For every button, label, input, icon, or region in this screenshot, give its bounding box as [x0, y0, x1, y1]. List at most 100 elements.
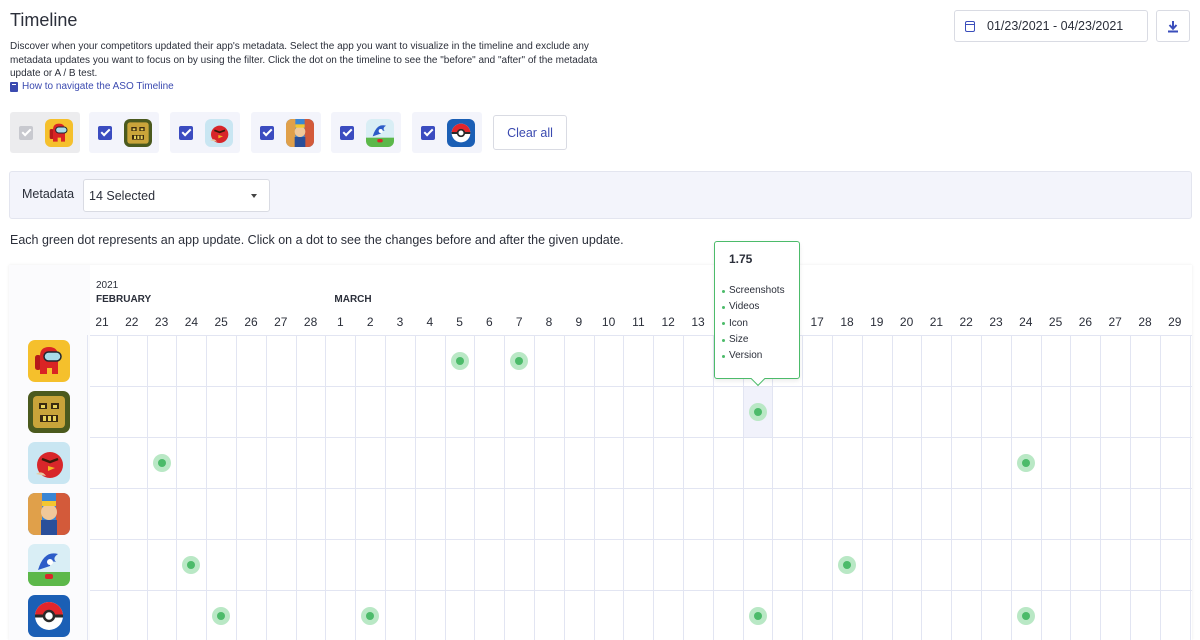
- day-label: 25: [1048, 315, 1063, 329]
- day-label: 27: [1108, 315, 1122, 329]
- app-filter-temple-run[interactable]: [89, 112, 159, 153]
- timeline-year: 2021: [96, 280, 119, 291]
- day-label: 27: [274, 315, 288, 329]
- help-link[interactable]: How to navigate the ASO Timeline: [10, 81, 174, 92]
- book-icon: [10, 81, 18, 92]
- sonic-app-icon: [366, 118, 394, 147]
- chevron-down-icon: [251, 194, 257, 198]
- grid-row-line: [90, 539, 1192, 540]
- day-label: 28: [1138, 315, 1152, 329]
- day-label: 2: [366, 315, 374, 329]
- update-dot[interactable]: [212, 606, 231, 625]
- day-label: 20: [899, 315, 914, 329]
- clear-all-button[interactable]: Clear all: [493, 115, 567, 150]
- day-label: 11: [632, 315, 645, 329]
- app-filter-among-us[interactable]: [10, 112, 80, 153]
- metadata-filter-bar: Metadata 14 Selected: [9, 171, 1192, 219]
- day-label: 8: [545, 315, 553, 329]
- month-label: MARCH: [334, 294, 372, 305]
- update-dot[interactable]: [838, 555, 856, 574]
- angry-birds-app-icon: [205, 118, 233, 147]
- date-range-picker[interactable]: 01/23/2021 - 04/23/2021: [954, 10, 1148, 42]
- day-label: 26: [1078, 315, 1093, 329]
- day-label: 23: [989, 315, 1003, 329]
- day-label: 23: [154, 315, 169, 329]
- update-dot[interactable]: [510, 351, 529, 370]
- day-label: 28: [303, 315, 318, 329]
- app-filter-sonic[interactable]: [331, 112, 401, 153]
- among-us-app-icon: [45, 118, 73, 147]
- day-label: 9: [575, 315, 583, 329]
- grid-row-line: [90, 488, 1192, 489]
- grid-column-line: [87, 335, 88, 640]
- metadata-label: Metadata: [22, 187, 75, 201]
- checkbox-checked-icon[interactable]: [98, 125, 112, 140]
- day-label: 21: [929, 315, 944, 329]
- grid-row-line: [90, 335, 1192, 336]
- day-label: 3: [396, 315, 404, 329]
- update-tooltip: 1.75 Screenshots Videos Icon Size Version: [714, 241, 800, 379]
- update-dot[interactable]: [1016, 606, 1035, 625]
- download-button[interactable]: [1156, 10, 1190, 42]
- checkbox-checked-icon[interactable]: [260, 125, 274, 140]
- update-dot[interactable]: [182, 555, 201, 574]
- tooltip-change-item: Version: [722, 348, 785, 364]
- app-filter-clash-royale[interactable]: [251, 112, 321, 153]
- pokemon-go-app-icon: [28, 595, 70, 637]
- app-filter-pokemon-go[interactable]: [412, 112, 482, 153]
- temple-run-app-icon: [124, 118, 152, 147]
- day-label: 10: [601, 315, 616, 329]
- tooltip-change-item: Size: [722, 332, 785, 348]
- help-link-label: How to navigate the ASO Timeline: [22, 81, 174, 92]
- day-label: 22: [125, 315, 139, 329]
- checkbox-checked-icon[interactable]: [179, 125, 193, 140]
- update-dot[interactable]: [450, 351, 469, 370]
- day-label: 26: [244, 315, 258, 329]
- angry-birds-app-icon: [28, 442, 70, 484]
- grid-row-line: [90, 386, 1192, 387]
- timeline-chart: 2021 FEBRUARY MARCH 21 22 23 24 25 26 27 28 1 2 3 4 5 6…: [9, 265, 1192, 640]
- download-icon: [1168, 20, 1178, 32]
- day-label: 17: [810, 315, 824, 329]
- clash-royale-app-icon: [28, 493, 70, 535]
- pokemon-go-app-icon: [447, 118, 475, 147]
- day-label: 29: [1168, 315, 1182, 329]
- update-dot[interactable]: [361, 606, 380, 625]
- date-range-label: 01/23/2021 - 04/23/2021: [987, 19, 1124, 33]
- tooltip-change-item: Icon: [722, 316, 785, 332]
- tooltip-change-item: Videos: [722, 299, 785, 315]
- day-label: 4: [426, 315, 434, 329]
- day-label: 6: [486, 315, 493, 329]
- day-label: 21: [95, 315, 109, 329]
- day-label: 24: [184, 315, 199, 329]
- update-dot[interactable]: [748, 606, 767, 625]
- day-label: 12: [661, 315, 675, 329]
- update-dot[interactable]: [1016, 453, 1035, 472]
- day-label: 24: [1019, 315, 1033, 329]
- metadata-select[interactable]: 14 Selected: [83, 179, 270, 212]
- update-dot[interactable]: [152, 453, 171, 472]
- tooltip-version: 1.75: [729, 252, 753, 266]
- sonic-app-icon: [28, 544, 70, 586]
- day-label: 7: [515, 315, 523, 329]
- day-label: 19: [870, 315, 884, 329]
- clash-royale-app-icon: [286, 118, 314, 147]
- update-dot[interactable]: [748, 402, 767, 421]
- checkbox-checked-icon[interactable]: [340, 125, 354, 140]
- checkbox-checked-icon[interactable]: [19, 125, 33, 140]
- day-label: 22: [959, 315, 973, 329]
- among-us-app-icon: [28, 340, 70, 382]
- checkbox-checked-icon[interactable]: [421, 125, 435, 140]
- grid-row-line: [90, 590, 1192, 591]
- month-label: FEBRUARY: [96, 294, 152, 305]
- day-label: 1: [337, 315, 344, 329]
- day-label: 18: [840, 315, 854, 329]
- day-label: 25: [214, 315, 228, 329]
- page-description: Discover when your competitors updated t…: [10, 41, 598, 79]
- app-filter-angry-birds[interactable]: [170, 112, 240, 153]
- grid-row-line: [90, 437, 1192, 438]
- tooltip-change-list: Screenshots Videos Icon Size Version: [722, 283, 785, 364]
- day-label: 13: [691, 315, 705, 329]
- day-label: 5: [456, 315, 463, 329]
- temple-run-app-icon: [28, 391, 70, 433]
